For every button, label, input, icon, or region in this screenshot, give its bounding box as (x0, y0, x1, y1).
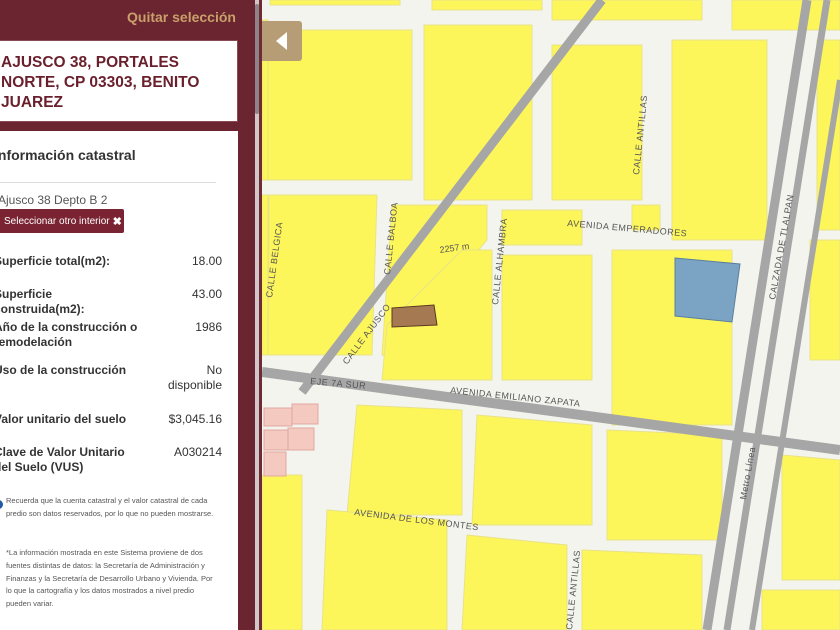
address-card: AJUSCO 38, PORTALES NORTE, CP 03303, BEN… (0, 40, 238, 122)
divider (0, 182, 216, 183)
disclaimer-text: *La información mostrada en este Sistema… (6, 548, 213, 609)
select-button-label: Seleccionar otro interior (4, 215, 110, 227)
clear-selection-link[interactable]: Quitar selección (127, 9, 236, 25)
row-label: Superficie construida(m2): (0, 287, 85, 316)
unit-name: Ajusco 38 Depto B 2 (0, 193, 108, 207)
row-label: Superficie total(m2): (0, 254, 111, 268)
row-value: 18.00 (191, 254, 222, 268)
select-other-interior-button[interactable]: Seleccionar otro interior ✖ (0, 209, 124, 233)
panel-scrollbar-thumb[interactable] (255, 4, 259, 114)
chevron-left-icon (276, 32, 287, 50)
row-value: A030214 (173, 445, 222, 459)
row-value: 1986 (195, 320, 222, 334)
close-icon: ✖ (112, 215, 122, 228)
cadastral-info-card: Información catastral Ajusco 38 Depto B … (0, 131, 238, 630)
collapse-panel-button[interactable] (262, 21, 302, 61)
address-line-1: AJUSCO 38, PORTALES (1, 54, 180, 71)
notice-text: Recuerda que la cuenta catastral y el va… (6, 496, 214, 518)
row-value: No disponible (167, 363, 222, 392)
row-label: Uso de la construcción (0, 363, 127, 377)
selected-lot[interactable] (391, 304, 438, 328)
row-value: 43.00 (191, 287, 222, 301)
info-title: Información catastral (0, 147, 136, 163)
side-panel: Quitar selección AJUSCO 38, PORTALES NOR… (0, 0, 256, 630)
address-line-3: JUAREZ (1, 94, 64, 111)
row-label: Año de la construcción o remodelación (0, 320, 138, 349)
row-label: Valor unitario del suelo (0, 412, 127, 426)
row-label: Clave de Valor Unitario del Suelo (VUS) (0, 445, 125, 474)
blue-lot[interactable] (674, 257, 741, 323)
address-line-2: NORTE, CP 03303, BENITO (1, 74, 200, 91)
map-view[interactable]: CALLE AJUSCO CALLE BALBOA CALLE ALHAMBRA… (262, 0, 840, 630)
map-canvas[interactable]: CALLE AJUSCO CALLE BALBOA CALLE ALHAMBRA… (262, 0, 840, 630)
info-icon (0, 500, 3, 509)
row-value: $3,045.16 (168, 412, 222, 426)
